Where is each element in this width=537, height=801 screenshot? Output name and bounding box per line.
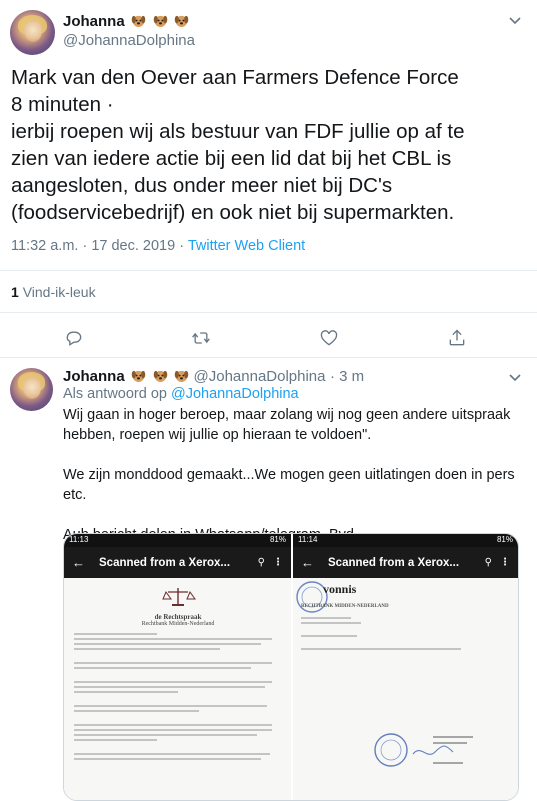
tweet-text-line: ierbij roepen wij als bestuur van FDF ju… (11, 120, 465, 143)
dog-emoji-icons (129, 368, 193, 385)
search-icon: ⚲ (484, 557, 492, 568)
tweet-text-line: aangesloten, dus onder meer niet bij DC'… (11, 174, 393, 197)
phone-time: 11:13 (69, 535, 89, 544)
phone-appbar: ← Scanned from a Xerox... ⚲ ⋮ (293, 547, 518, 578)
court-stamp-icon (373, 728, 493, 777)
tweet-text: Mark van den Oever aan Farmers Defence F… (11, 64, 531, 226)
tweet-time-ago[interactable]: · 3 m (330, 368, 364, 385)
tweet-timestamp[interactable]: 11:32 a.m. · 17 dec. 2019 · (11, 238, 184, 254)
rechtspraak-logo: de Rechtspraak Rechtbank Midden-Nederlan… (74, 586, 282, 627)
phone-appbar: ← Scanned from a Xerox... ⚲ ⋮ (64, 547, 291, 578)
tweet-source-link[interactable]: Twitter Web Client (188, 238, 305, 254)
media-image-left[interactable]: 11:13 81% ← Scanned from a Xerox... ⚲ ⋮ … (64, 534, 291, 800)
chevron-down-icon[interactable] (508, 370, 522, 387)
document-heading: vonnis (323, 582, 357, 596)
more-icon: ⋮ (500, 557, 510, 568)
reply-context: Als antwoord op @JohannaDolphina (63, 386, 299, 402)
reply-text-line: etc. (63, 487, 87, 503)
search-icon: ⚲ (257, 557, 265, 568)
tweet-text-line: Mark van den Oever aan Farmers Defence F… (11, 66, 459, 89)
reply-icon[interactable] (60, 324, 88, 352)
tweet-meta: 11:32 a.m. · 17 dec. 2019 · Twitter Web … (11, 238, 305, 254)
likes-row[interactable]: 1 Vind-ik-leuk (0, 270, 537, 313)
retweet-icon[interactable] (187, 324, 215, 352)
phone-time: 11:14 (298, 535, 318, 544)
avatar[interactable] (10, 10, 55, 55)
back-arrow-icon: ← (301, 555, 314, 570)
media-attachment[interactable]: 11:13 81% ← Scanned from a Xerox... ⚲ ⋮ … (63, 533, 519, 801)
scanned-document: vonnis RECHTBANK MIDDEN-NEDERLAND (293, 578, 518, 800)
reply-author-line: Johanna @JohannaDolphina · 3 m (63, 368, 364, 386)
likes-label: Vind-ik-leuk (22, 284, 96, 300)
author-name[interactable]: Johanna (63, 13, 125, 30)
reply-to-prefix: Als antwoord op (63, 386, 167, 402)
author-handle[interactable]: @JohannaDolphina (194, 368, 326, 385)
court-name: RECHTBANK MIDDEN-NEDERLAND (301, 604, 389, 609)
avatar[interactable] (10, 368, 53, 411)
reply-text-line: We zijn monddood gemaakt...We mogen geen… (63, 467, 515, 483)
reply-to-handle-link[interactable]: @JohannaDolphina (171, 386, 299, 402)
more-icon: ⋮ (273, 557, 283, 568)
phone-battery: 81% (269, 535, 286, 544)
tweet-text-line: 8 minuten · (11, 93, 114, 116)
share-icon[interactable] (443, 324, 471, 352)
chevron-down-icon[interactable] (508, 13, 522, 30)
reply-text-line: hebben, roepen wij jullie op hieraan te … (63, 427, 372, 443)
phone-appbar-title: Scanned from a Xerox... (328, 556, 460, 569)
author-handle[interactable]: @JohannaDolphina (63, 32, 195, 49)
tweet-actions (0, 318, 537, 356)
tweet-text-line: zien van iedere actie bij een lid dat bi… (11, 147, 452, 170)
media-image-right[interactable]: 11:14 81% ← Scanned from a Xerox... ⚲ ⋮ … (291, 534, 518, 800)
court-name: Rechtbank Midden-Nederland (141, 621, 215, 627)
phone-statusbar: 11:14 81% (293, 534, 518, 547)
phone-appbar-title: Scanned from a Xerox... (99, 556, 231, 569)
dog-emoji-icons (129, 13, 189, 30)
author-name[interactable]: Johanna (63, 368, 125, 385)
like-icon[interactable] (315, 324, 343, 352)
main-tweet: Johanna @JohannaDolphina Mark van den Oe… (0, 0, 537, 358)
logo-text: de Rechtspraak (154, 613, 202, 621)
phone-statusbar: 11:13 81% (64, 534, 291, 547)
back-arrow-icon: ← (72, 555, 85, 570)
scanned-document: de Rechtspraak Rechtbank Midden-Nederlan… (64, 578, 291, 800)
phone-battery: 81% (496, 535, 513, 544)
reply-text: Wij gaan in hoger beroep, maar zolang wi… (63, 405, 523, 545)
tweet-text-line: (foodservicebedrijf) en ook niet bij sup… (11, 201, 455, 224)
likes-count: 1 (11, 284, 19, 300)
reply-text-line: Wij gaan in hoger beroep, maar zolang wi… (63, 407, 511, 423)
author-line: Johanna (63, 13, 189, 31)
